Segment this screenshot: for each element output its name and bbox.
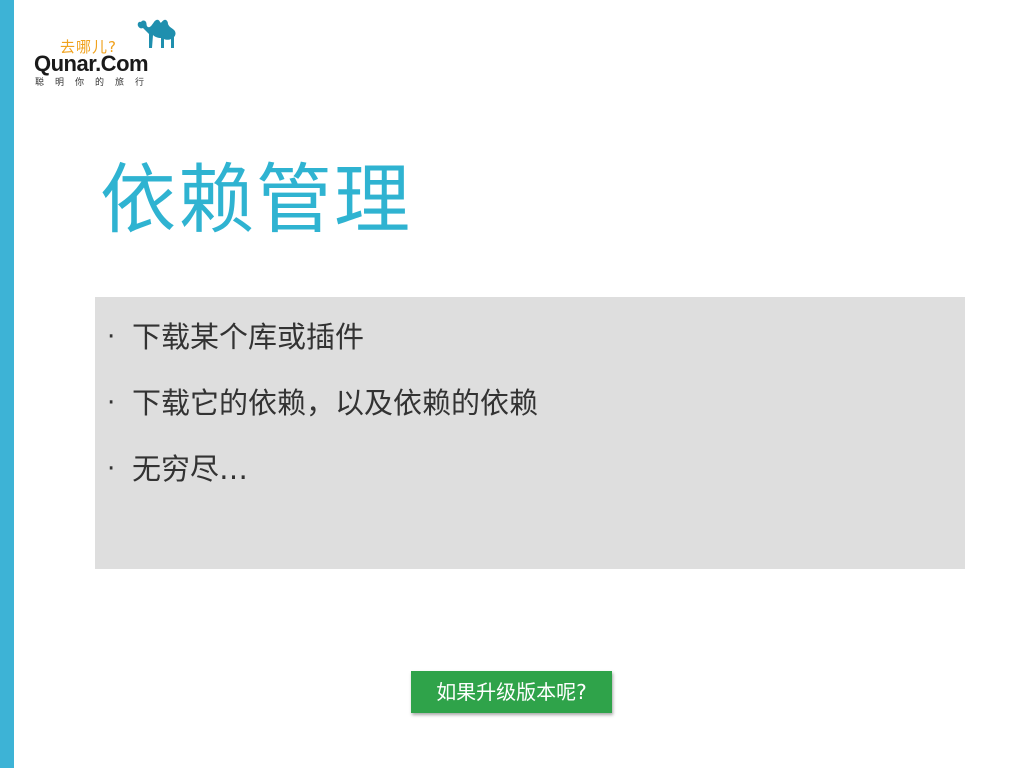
bullet-list: · 下载某个库或插件 · 下载它的依赖，以及依赖的依赖 · 无穷尽… — [95, 317, 538, 515]
bullet-text: 无穷尽… — [132, 452, 249, 486]
slide-title: 依赖管理 — [100, 155, 412, 244]
bullet-dot-icon: · — [107, 454, 116, 484]
bullet-item: · 无穷尽… — [95, 449, 538, 515]
camel-icon — [137, 19, 176, 48]
bullet-text: 下载它的依赖，以及依赖的依赖 — [132, 386, 539, 420]
logo-english-text: Qunar.Com — [34, 51, 149, 76]
bullet-content-box: · 下载某个库或插件 · 下载它的依赖，以及依赖的依赖 · 无穷尽… — [95, 297, 965, 569]
bullet-dot-icon: · — [107, 388, 116, 418]
qunar-logo: 去哪儿? Qunar.Com 聪明你的旅行 — [34, 14, 194, 90]
logo-tagline: 聪明你的旅行 — [35, 78, 156, 88]
bullet-item: · 下载某个库或插件 — [95, 317, 538, 383]
bullet-dot-icon: · — [107, 322, 116, 352]
bullet-item: · 下载它的依赖，以及依赖的依赖 — [95, 383, 538, 449]
upgrade-version-button[interactable]: 如果升级版本呢? — [411, 671, 612, 713]
bullet-text: 下载某个库或插件 — [132, 320, 365, 354]
accent-sidebar-bar — [0, 0, 14, 768]
